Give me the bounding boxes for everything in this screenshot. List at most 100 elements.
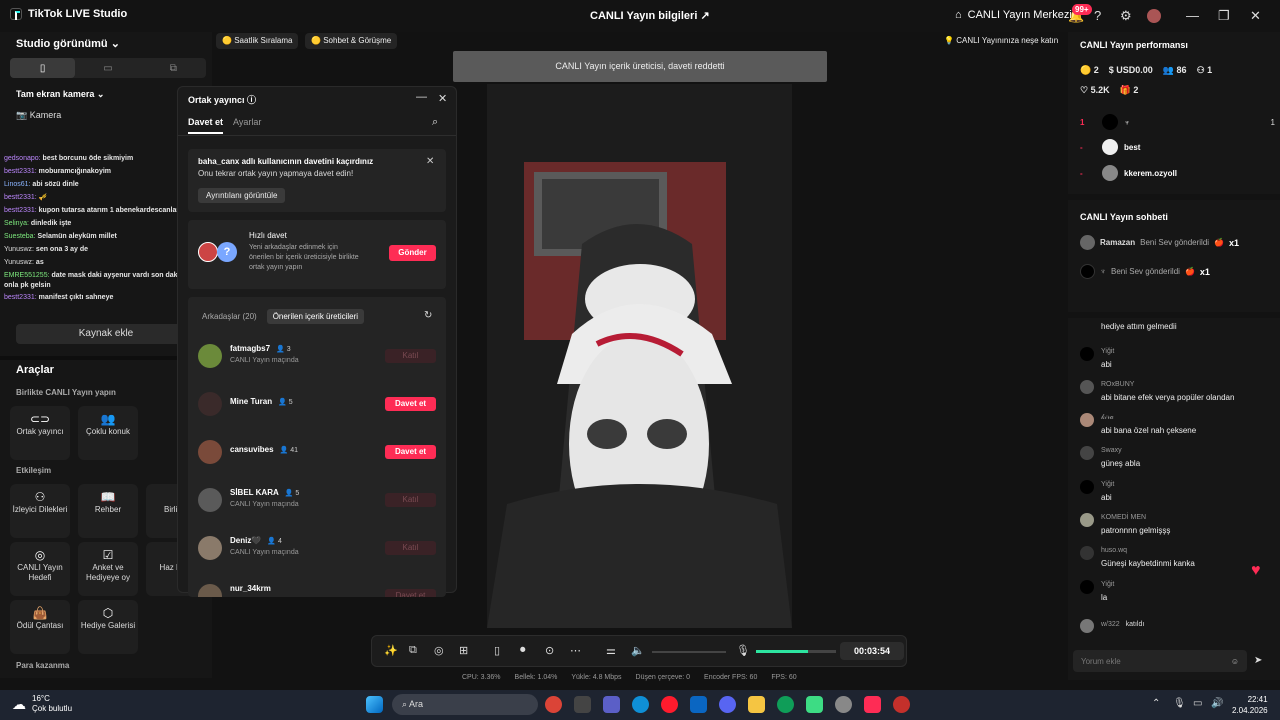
avatar [1080,446,1094,460]
ranking-row[interactable]: - best [1080,139,1140,155]
settings-sliders-icon[interactable]: ⚌ [606,644,616,657]
studio-view-dropdown[interactable]: Studio görünümü ⌄ [16,37,120,50]
join-button[interactable]: Katıl [385,541,436,555]
rank-user: best [1124,142,1141,152]
speaker-icon[interactable]: 🔊 [1211,698,1223,709]
avatar[interactable] [1147,9,1161,23]
camera-switch-icon[interactable]: ⊙ [545,644,554,657]
people-icon: ⚇ [34,490,46,504]
help-icon[interactable]: ? [1094,8,1101,23]
microphone-icon[interactable]: 🎙 [736,644,750,657]
youtube-icon[interactable] [893,696,910,713]
chat-text: abi sözü dinle [32,181,79,188]
orientation-toggle[interactable]: ▯ ▭ ⧉ [10,58,206,78]
viewer-requests-tool[interactable]: ⚇ İzleyici Dilekleri [10,484,70,538]
multi-guest-tool[interactable]: 👥 Çoklu konuk [78,406,138,460]
ranking-row[interactable]: 1 ♆ 1 [1080,114,1275,130]
view-details-button[interactable]: Ayrıntılanı görüntüle [198,188,286,203]
add-media-icon[interactable]: ⊞ [459,644,468,657]
folder-icon[interactable] [748,696,765,713]
live-goal-tool[interactable]: ◎ CANLI Yayın Hedefi [10,542,70,596]
follower-count: 👤 5 [278,399,293,406]
clock[interactable]: 22:41 2.04.2026 [1232,694,1268,716]
tiktok-studio-icon[interactable] [864,696,881,713]
live-center-button[interactable]: ⌂ CANLI Yayın Merkezi [955,9,1072,21]
chrome-2-icon[interactable] [777,696,794,713]
teams-icon[interactable] [603,696,620,713]
landscape-icon[interactable]: ▭ [75,58,140,78]
task-view-icon[interactable] [574,696,591,713]
record-icon[interactable]: ⏺ [520,644,526,657]
join-button[interactable]: Katıl [385,493,436,507]
ranking-row[interactable]: - kkerem.ozyoll [1080,165,1177,181]
chat-text: moburamcığınakoyim [38,168,112,175]
send-button[interactable]: Gönder [389,245,436,261]
start-icon[interactable] [366,696,383,713]
fun-tip-pill[interactable]: 💡 CANLI Yayınınıza neşe katın [938,33,1064,49]
app-2-icon[interactable] [835,696,852,713]
minimize-icon[interactable]: — [416,91,427,103]
refresh-icon[interactable]: ↻ [424,310,432,321]
guide-tool[interactable]: 📖 Rehber [78,484,138,538]
missed-invite-text: Onu tekrar ortak yayın yapmaya davet edi… [198,169,354,178]
share-icon[interactable]: ↗ [700,10,709,22]
edge-icon[interactable] [632,696,649,713]
split-icon[interactable]: ⧉ [141,58,206,78]
chat-meet-pill[interactable]: 🟡 Sohbet & Görüşme [305,33,398,49]
maximize-icon[interactable]: ❐ [1218,8,1230,24]
emoji-icon[interactable]: ☺ [1231,657,1239,666]
camera-source[interactable]: 📷 Kamera [16,110,61,121]
invite-button[interactable]: Davet et [385,589,436,597]
dollar-icon: $ [1108,65,1114,75]
co-host-tool[interactable]: ⊂⊃ Ortak yayıncı [10,406,70,460]
weather-widget[interactable]: ☁ 16°C Çok bulutlu [12,694,72,714]
comment-input[interactable]: Yorum ekle ☺ [1073,650,1247,672]
invite-button[interactable]: Davet et [385,397,436,411]
chevron-up-icon[interactable]: ⌃ [1152,698,1160,709]
gift-gallery-tool[interactable]: ⬡ Hediye Galerisi [78,600,138,654]
add-source-button[interactable]: Kaynak ekle [16,324,196,344]
gifts-stat: 🎁 2 [1120,85,1139,96]
tab-invite[interactable]: Davet et [188,117,224,134]
phone-icon[interactable]: ▯ [494,644,500,657]
reward-bag-tool[interactable]: 👜 Ödül Çantası [10,600,70,654]
close-icon[interactable]: ✕ [1250,8,1261,24]
mail-icon[interactable] [690,696,707,713]
tab-settings[interactable]: Ayarlar [233,117,261,134]
taskbar-search[interactable]: ⌕ Ara [392,694,538,715]
mic-level-slider[interactable] [756,650,836,653]
tab-friends[interactable]: Arkadaşlar (20) [202,312,257,321]
discord-icon[interactable] [719,696,736,713]
sticker-icon[interactable]: ◎ [434,644,444,657]
magic-wand-icon[interactable]: ✨ [384,644,398,657]
hourly-ranking-pill[interactable]: 🟡 Saatlik Sıralama [216,33,299,49]
info-icon[interactable]: ⓘ [247,95,256,105]
fullscreen-camera-dropdown[interactable]: Tam ekran kamera ⌄ [16,89,104,100]
join-button[interactable]: Katıl [385,349,436,363]
camera-label: Kamera [29,110,62,120]
temperature: 16°C [32,694,50,703]
more-icon[interactable]: ⋯ [570,644,581,657]
minimize-icon[interactable]: — [1186,8,1199,23]
portrait-icon[interactable]: ▯ [10,58,76,78]
gear-icon[interactable]: ⚙ [1120,8,1132,24]
close-icon[interactable]: ✕ [426,156,434,167]
live-info-title[interactable]: CANLI Yayın bilgileri ↗ [590,9,710,22]
invite-button[interactable]: Davet et [385,445,436,459]
opera-icon[interactable] [661,696,678,713]
effects-icon[interactable]: ⧉ [409,644,417,657]
volume-slider[interactable] [652,651,726,653]
microphone-icon[interactable]: 🎙 [1173,698,1186,709]
close-icon[interactable]: ✕ [438,92,447,105]
network-icon[interactable]: ▭ [1193,698,1202,709]
speaker-icon[interactable]: 🔈 [631,644,645,657]
chat-user: Suesteba: [4,233,36,240]
creator-name-text: Deniz🖤 [230,536,262,545]
tab-suggested[interactable]: Önerilen içerik üreticileri [266,309,365,324]
chrome-icon[interactable] [545,696,562,713]
app-icon[interactable] [806,696,823,713]
declined-toast: CANLI Yayın içerik üreticisi, daveti red… [453,51,827,82]
search-icon[interactable]: ⌕ [432,116,438,129]
poll-tool[interactable]: ☑ Anket ve Hediyeye oy [78,542,138,596]
send-icon[interactable]: ➤ [1254,655,1262,666]
